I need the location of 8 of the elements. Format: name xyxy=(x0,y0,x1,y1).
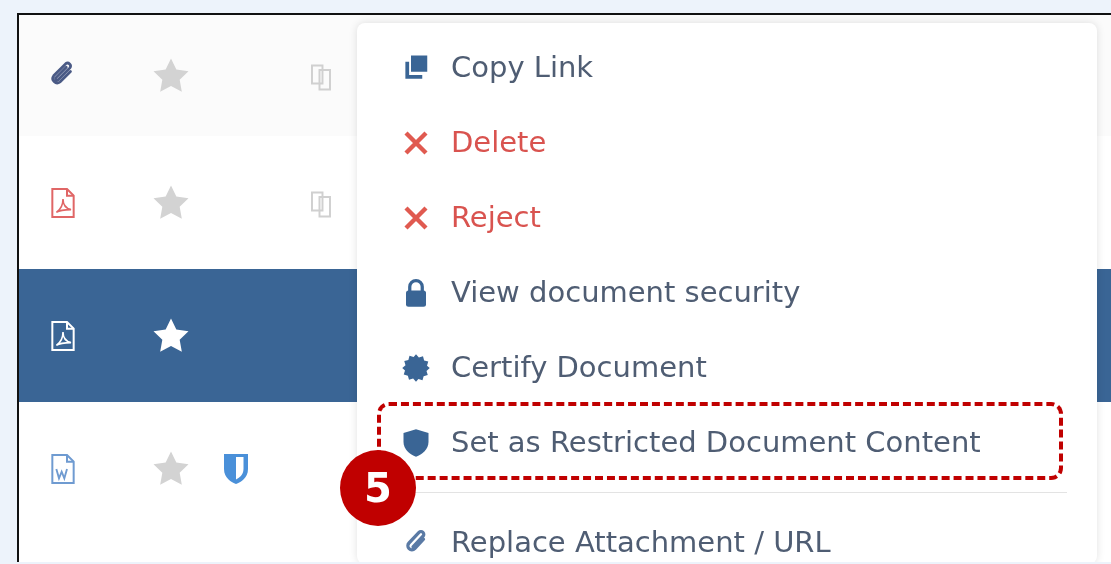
menu-item[interactable]: Delete xyxy=(357,105,1097,180)
seal-icon xyxy=(401,352,431,383)
menu-item[interactable]: View document security xyxy=(357,255,1097,330)
menu-item[interactable]: Reject xyxy=(357,180,1097,255)
shield-icon xyxy=(401,427,431,458)
step-number-badge: 5 xyxy=(340,450,416,526)
menu-item[interactable]: Copy Link xyxy=(357,30,1097,105)
menu-item[interactable]: Certify Document xyxy=(357,330,1097,405)
